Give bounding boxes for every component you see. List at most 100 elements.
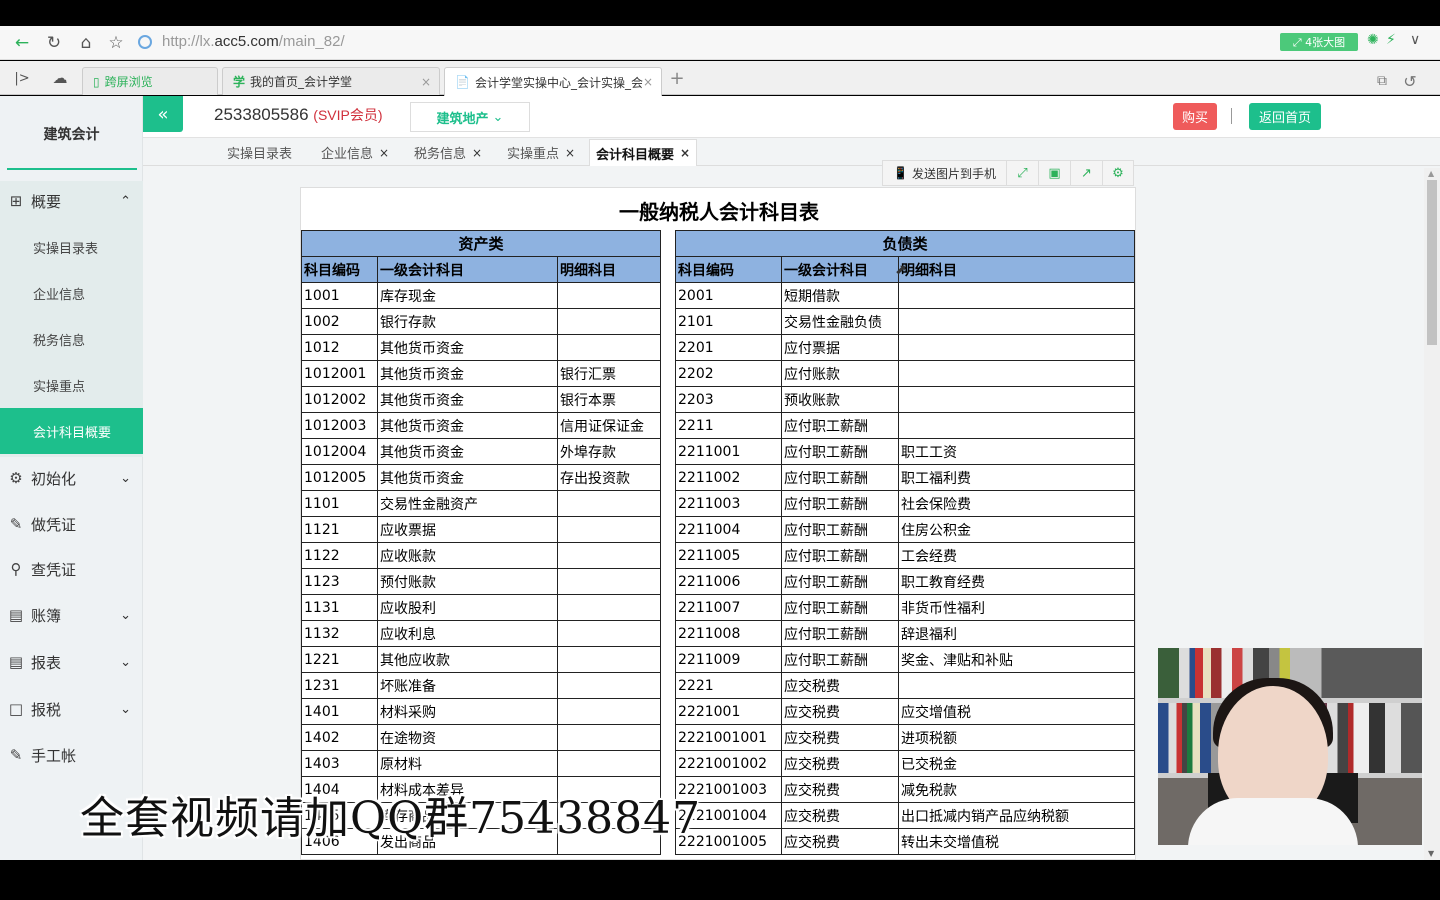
page-icon: 📄 — [455, 75, 470, 89]
new-tab-button[interactable]: + — [665, 66, 689, 90]
tab-label: 我的首页_会计学堂 — [250, 75, 353, 89]
cell-account: 短期借款 — [781, 282, 899, 309]
scroll-up-icon[interactable]: ▲ — [1428, 169, 1434, 178]
table-row: 2211005 应付职工薪酬 工会经费 — [675, 542, 1135, 569]
pencil-icon: ✎ — [9, 746, 23, 764]
sidebar-item-init[interactable]: ⚙ 初始化 ⌄ — [0, 455, 143, 501]
table-row: 1012001 其他货币资金 银行汇票 — [301, 360, 661, 387]
column-header: 明细科目 — [898, 256, 1135, 283]
scrollbar-thumb[interactable] — [1427, 180, 1437, 345]
industry-select[interactable]: 建筑地产 ⌄ — [410, 102, 530, 132]
back-icon[interactable]: ← — [10, 31, 34, 55]
sidebar-sub-catalog[interactable]: 实操目录表 — [0, 224, 143, 270]
send-to-phone-button[interactable]: 📱 发送图片到手机 — [883, 161, 1007, 185]
lightning-icon[interactable]: ⚡ — [1386, 32, 1396, 48]
cell-code: 1231 — [301, 672, 378, 699]
save-button[interactable]: ▣ — [1039, 161, 1071, 185]
ledger-icon: ▤ — [8, 606, 24, 624]
cell-code: 1012001 — [301, 360, 378, 387]
shutter-icon[interactable]: ✺ — [1367, 32, 1379, 48]
chevron-down-icon[interactable]: ∨ — [1410, 32, 1420, 48]
cell-account: 应收股利 — [377, 594, 558, 621]
restore-window-icon[interactable]: ⧉ — [1370, 69, 1394, 93]
sidebar-sub-company-info[interactable]: 企业信息 — [0, 270, 143, 316]
sidebar-item-manual-books[interactable]: ✎ 手工帐 — [0, 732, 143, 778]
account-chart-document: 一般纳税人会计科目表 资产类 科目编码 一级会计科目 明细科目 1001 库存现金… — [300, 187, 1136, 860]
settings-button[interactable]: ⚙ — [1103, 161, 1133, 185]
buy-button[interactable]: 购买 — [1173, 103, 1217, 130]
sidebar-item-overview[interactable]: ⊞ 概要 ⌃ — [0, 178, 143, 224]
browser-tab-homepage[interactable]: 学 我的首页_会计学堂 × — [222, 67, 440, 95]
sidebar-item-reports[interactable]: ▤ 报表 ⌄ — [0, 639, 143, 685]
cell-code: 2211003 — [675, 490, 782, 517]
cell-code: 2221 — [675, 672, 782, 699]
table-row: 2221001003 应交税费 减免税款 — [675, 776, 1135, 803]
tab-key-points[interactable]: 实操重点 × — [501, 139, 581, 166]
return-home-button[interactable]: 返回首页 — [1249, 103, 1321, 130]
cell-code: 1123 — [301, 568, 378, 595]
sidebar-item-ledger[interactable]: ▤ 账簿 ⌄ — [0, 592, 143, 638]
tab-label: 税务信息 — [414, 147, 467, 162]
table-row: 2221001 应交税费 应交增值税 — [675, 698, 1135, 725]
cell-detail — [557, 620, 661, 647]
cell-account: 应付职工薪酬 — [781, 568, 899, 595]
star-icon[interactable]: ☆ — [104, 31, 128, 55]
collapse-sidebar-button[interactable]: « — [143, 96, 183, 132]
fullscreen-button[interactable]: ⤢ — [1007, 161, 1039, 185]
cell-detail: 职工教育经费 — [898, 568, 1135, 595]
cell-account: 应交税费 — [781, 802, 899, 829]
close-icon[interactable]: × — [379, 146, 389, 160]
column-header: 一级会计科目 — [781, 256, 899, 283]
close-icon[interactable]: × — [472, 146, 482, 160]
tab-account-overview[interactable]: 会计科目概要 × — [589, 139, 698, 166]
sidebar-sub-tax-info[interactable]: 税务信息 — [0, 316, 143, 362]
table-row: 2101 交易性金融负债 — [675, 308, 1135, 335]
cell-account: 其他货币资金 — [377, 438, 558, 465]
globe-icon — [138, 35, 152, 49]
column-header: 一级会计科目 — [377, 256, 558, 283]
tab-label: 会计学堂实操中心_会计实操_会 — [474, 75, 643, 90]
tab-label: 会计科目概要 — [596, 147, 675, 163]
table-row: 2201 应付票据 — [675, 334, 1135, 361]
table-row: 2203 预收账款 — [675, 386, 1135, 413]
user-id: 2533805586 — [214, 105, 309, 124]
share-button[interactable]: ↗ — [1071, 161, 1103, 185]
webcam-shirt — [1188, 798, 1358, 845]
big-image-button[interactable]: ⤢ 4张大图 — [1280, 33, 1358, 51]
close-icon[interactable]: × — [643, 75, 653, 89]
sidebar-sub-key-points[interactable]: 实操重点 — [0, 362, 143, 408]
close-icon[interactable]: × — [680, 146, 690, 160]
sidebar-item-search-voucher[interactable]: ⚲ 查凭证 — [0, 546, 143, 592]
scroll-down-icon[interactable]: ▼ — [1428, 849, 1434, 858]
undo-icon[interactable]: ↺ — [1398, 69, 1422, 93]
cell-detail: 已交税金 — [898, 750, 1135, 777]
reload-icon[interactable]: ↻ — [42, 31, 66, 55]
document-title: 一般纳税人会计科目表 — [619, 200, 819, 224]
browser-tab-cross-screen[interactable]: ▯ 跨屏浏览 — [82, 67, 218, 95]
sidebar-item-tax-filing[interactable]: □ 报税 ⌄ — [0, 686, 143, 732]
url-input[interactable]: http://lx.acc5.com/main_82/ ⤢ 4张大图 ✺ ⚡ ∨ — [130, 30, 1430, 56]
browser-tab-practice-center[interactable]: 📄 会计学堂实操中心_会计实操_会 × — [444, 67, 662, 96]
close-icon[interactable]: × — [565, 146, 575, 160]
home-icon[interactable]: ⌂ — [74, 31, 98, 55]
share-icon: ↗ — [1081, 165, 1092, 181]
table-row: 1002 银行存款 — [301, 308, 661, 335]
table-row: 2001 短期借款 — [675, 282, 1135, 309]
tab-tax-info[interactable]: 税务信息 × — [408, 139, 488, 166]
cell-detail — [557, 698, 661, 725]
table-row: 1221 其他应收款 — [301, 646, 661, 673]
sidebar-item-make-voucher[interactable]: ✎ 做凭证 — [0, 501, 143, 547]
tab-catalog[interactable]: 实操目录表 — [221, 139, 298, 166]
sidebar-item-label: 概要 — [31, 192, 62, 211]
table-row: 1132 应收利息 — [301, 620, 661, 647]
vertical-scrollbar[interactable]: ▲ ▼ — [1424, 168, 1440, 860]
sidebar-toggle-icon[interactable]: |> — [10, 66, 34, 90]
tab-company-info[interactable]: 企业信息 × — [315, 139, 395, 166]
close-icon[interactable]: × — [421, 75, 431, 89]
cell-detail: 辞退福利 — [898, 620, 1135, 647]
sidebar-sub-account-overview[interactable]: 会计科目概要 — [0, 408, 143, 454]
table-row: 2211003 应付职工薪酬 社会保险费 — [675, 490, 1135, 517]
grid-icon: ⊞ — [9, 192, 23, 210]
cloud-icon[interactable]: ☁ — [48, 66, 72, 90]
cell-detail — [557, 568, 661, 595]
